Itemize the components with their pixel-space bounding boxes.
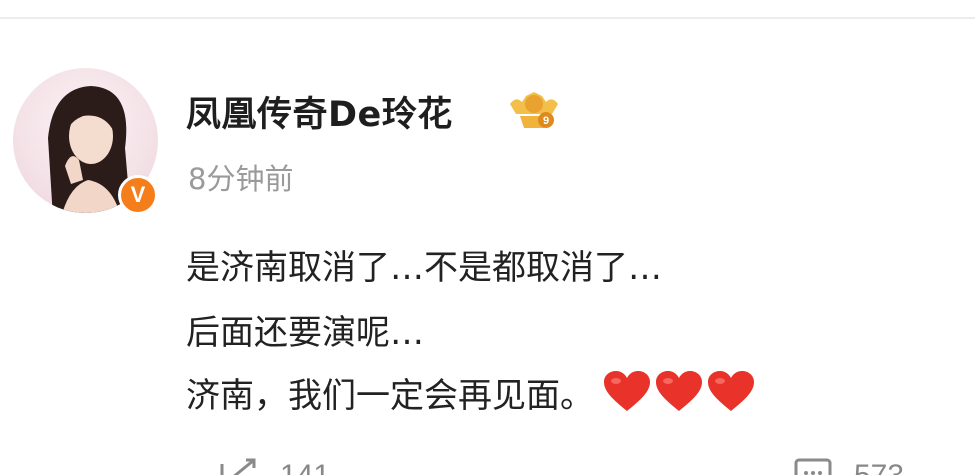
emoji-group: [602, 369, 756, 413]
action-bar: 141 573: [0, 452, 975, 475]
post-text-line-1: 是济南取消了…不是都取消了…: [186, 248, 662, 288]
comment-icon: [794, 458, 832, 475]
post-text-line-2: 后面还要演呢…: [186, 313, 424, 353]
verified-badge: V: [118, 175, 158, 215]
post-timestamp[interactable]: 8分钟前: [188, 156, 293, 198]
author-name[interactable]: 凤凰传奇De玲花: [186, 86, 453, 137]
repost-count: 141: [280, 459, 330, 475]
heart-icon: [708, 371, 754, 411]
repost-icon: [220, 458, 256, 475]
heart-icon: [656, 371, 702, 411]
repost-button[interactable]: 141: [218, 456, 330, 475]
vip-level-text: 9: [543, 115, 549, 127]
post-text-line-3-text: 济南，我们一定会再见面。: [186, 376, 594, 416]
vip-badge-icon[interactable]: 9: [506, 88, 562, 132]
comment-count: 573: [854, 459, 904, 475]
heart-icon: [604, 371, 650, 411]
post-text-line-3: 济南，我们一定会再见面。: [186, 368, 756, 417]
comment-button[interactable]: 573: [792, 456, 904, 475]
top-divider: [0, 17, 975, 19]
